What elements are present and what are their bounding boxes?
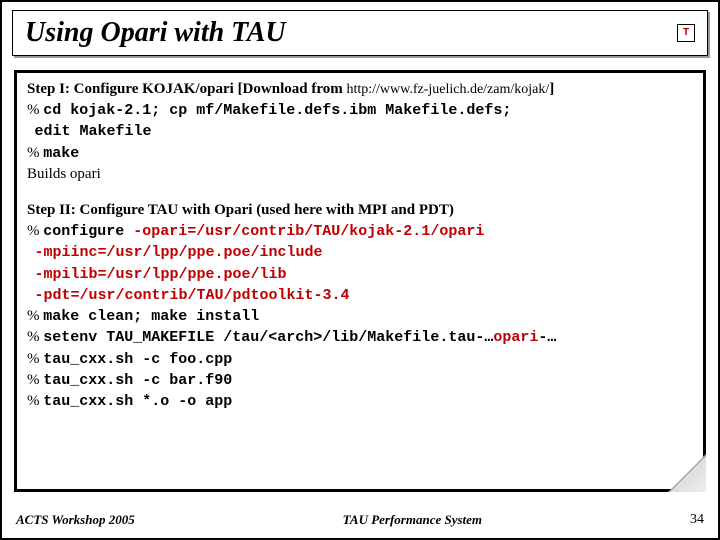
command-text: cd kojak-2.1; cp mf/Makefile.defs.ibm Ma… xyxy=(43,102,511,119)
step2-line: -pdt=/usr/contrib/TAU/pdtoolkit-3.4 xyxy=(27,285,693,306)
prompt: % xyxy=(27,308,43,324)
command-text: configure xyxy=(43,223,133,240)
step2-line: % make clean; make install xyxy=(27,306,693,327)
prompt xyxy=(27,123,35,139)
prompt xyxy=(27,287,35,303)
step2-line: % tau_cxx.sh *.o -o app xyxy=(27,391,693,412)
step2-line: -mpiinc=/usr/lpp/ppe.poe/include xyxy=(27,242,693,263)
step1-line: % make xyxy=(27,143,693,164)
command-text: tau_cxx.sh -c bar.f90 xyxy=(43,372,232,389)
prompt: % xyxy=(27,351,43,367)
slide-title: Using Opari with TAU xyxy=(25,17,286,49)
footer-left: ACTS Workshop 2005 xyxy=(16,512,135,528)
command-text: tau_cxx.sh *.o -o app xyxy=(43,393,232,410)
step2-line: % setenv TAU_MAKEFILE /tau/<arch>/lib/Ma… xyxy=(27,327,693,348)
command-option: -pdt=/usr/contrib/TAU/pdtoolkit-3.4 xyxy=(35,287,350,304)
page-curl-icon xyxy=(668,454,706,492)
command-option: -opari=/usr/contrib/TAU/kojak-2.1/opari xyxy=(133,223,484,240)
command-option: -mpilib=/usr/lpp/ppe.poe/lib xyxy=(35,266,287,283)
title-bar: Using Opari with TAU T xyxy=(12,10,708,56)
slide: Using Opari with TAU T Step I: Configure… xyxy=(2,2,718,538)
prompt: % xyxy=(27,329,43,345)
step2-line: % tau_cxx.sh -c foo.cpp xyxy=(27,349,693,370)
step1-label-end: ] xyxy=(549,81,554,97)
step1-label: Step I: Configure KOJAK/opari [Download … xyxy=(27,81,346,97)
step1-line: edit Makefile xyxy=(27,121,693,142)
prompt: % xyxy=(27,223,43,239)
command-option: opari xyxy=(493,329,538,346)
content-box: Step I: Configure KOJAK/opari [Download … xyxy=(14,70,706,492)
command-text: make xyxy=(43,145,79,162)
step2-label: Step II: Configure TAU with Opari (used … xyxy=(27,202,454,218)
step2-line: -mpilib=/usr/lpp/ppe.poe/lib xyxy=(27,264,693,285)
prompt xyxy=(27,244,35,260)
footer-center: TAU Performance System xyxy=(135,512,690,528)
footer: ACTS Workshop 2005 TAU Performance Syste… xyxy=(2,512,718,528)
prompt: % xyxy=(27,372,43,388)
command-text: make clean; make install xyxy=(43,308,259,325)
step2-line: % tau_cxx.sh -c bar.f90 xyxy=(27,370,693,391)
tau-logo-icon: T xyxy=(677,24,695,42)
step1-result: Builds opari xyxy=(27,164,693,184)
prompt xyxy=(27,266,35,282)
command-text: -… xyxy=(538,329,556,346)
prompt: % xyxy=(27,393,43,409)
step2-line: % configure -opari=/usr/contrib/TAU/koja… xyxy=(27,221,693,242)
command-text: setenv TAU_MAKEFILE /tau/<arch>/lib/Make… xyxy=(43,329,493,346)
command-option: -mpiinc=/usr/lpp/ppe.poe/include xyxy=(35,244,323,261)
command-text: edit Makefile xyxy=(35,123,152,140)
spacer xyxy=(27,184,693,202)
step1-line: % cd kojak-2.1; cp mf/Makefile.defs.ibm … xyxy=(27,100,693,121)
command-text: tau_cxx.sh -c foo.cpp xyxy=(43,351,232,368)
prompt: % xyxy=(27,145,43,161)
step1-heading: Step I: Configure KOJAK/opari [Download … xyxy=(27,81,693,98)
step1-url: http://www.fz-juelich.de/zam/kojak/ xyxy=(346,82,549,97)
page-number: 34 xyxy=(690,512,704,528)
step2-heading: Step II: Configure TAU with Opari (used … xyxy=(27,202,693,219)
prompt: % xyxy=(27,102,43,118)
